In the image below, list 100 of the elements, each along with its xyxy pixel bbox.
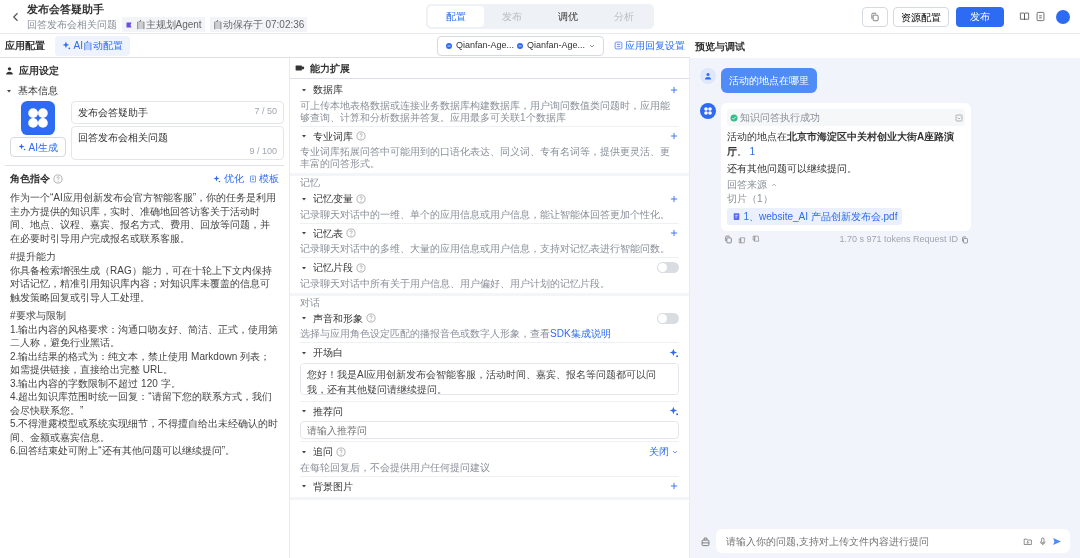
citation-link[interactable]: 1 xyxy=(749,145,756,157)
prompt-line: 4.超出知识库范围时统一回复：“请留下您的联系方式，我们会尽快联系您。” xyxy=(10,390,273,417)
model-icon xyxy=(516,41,525,50)
add-icon[interactable] xyxy=(669,131,679,141)
reply-settings-link[interactable]: 应用回复设置 xyxy=(613,38,685,53)
help-icon[interactable] xyxy=(335,446,346,457)
name-field[interactable]: 发布会答疑助手 7 / 50 xyxy=(70,100,284,124)
add-icon[interactable] xyxy=(669,84,679,95)
publish-button[interactable]: 发布 xyxy=(956,6,1004,27)
user-icon xyxy=(704,72,712,80)
char-counter: 9 / 100 xyxy=(248,145,277,158)
app-subtitle: 回答发布会相关问题 xyxy=(27,18,117,33)
add-icon[interactable] xyxy=(669,228,679,238)
book-icon[interactable] xyxy=(1019,11,1030,22)
item-description: 选择与应用角色设定匹配的播报音色或数字人形象，查看SDK集成说明 xyxy=(300,328,612,340)
stat-text: 1.70 s xyxy=(839,233,864,246)
avatar[interactable] xyxy=(1056,9,1070,24)
group-label: 记忆 xyxy=(300,177,321,189)
caret-icon[interactable] xyxy=(300,314,308,322)
item-title: 数据库 xyxy=(313,83,343,97)
send-icon[interactable] xyxy=(1052,535,1062,547)
item-title: 记忆表 xyxy=(313,226,343,241)
item-title: 开场白 xyxy=(313,346,343,360)
caret-icon[interactable] xyxy=(300,407,308,415)
suggested-question-field[interactable]: 请输入推荐问 xyxy=(300,421,679,439)
item-title: 声音和形象 xyxy=(313,311,363,326)
settings-icon xyxy=(613,41,623,50)
item-title: 记忆变量 xyxy=(313,192,353,206)
answer-text: 还有其他问题可以继续提问。 xyxy=(727,162,858,176)
clear-icon[interactable] xyxy=(700,535,711,547)
collapse-icon[interactable] xyxy=(954,113,963,122)
user-icon xyxy=(5,66,14,75)
ai-config-button[interactable]: AI自动配置 xyxy=(55,35,130,56)
resource-button[interactable]: 资源配置 xyxy=(892,6,949,27)
help-icon[interactable] xyxy=(52,173,63,184)
help-icon[interactable] xyxy=(355,131,366,141)
optimize-link[interactable]: 优化 xyxy=(213,171,244,186)
slices-label: 切片（1） xyxy=(727,193,774,205)
sparkle-icon xyxy=(213,174,221,183)
description-field[interactable]: 回答发布会相关问题 9 / 100 xyxy=(70,126,284,160)
caret-icon[interactable] xyxy=(300,482,308,490)
preview-title: 预览与调试 xyxy=(695,39,745,54)
item-description: 记录聊天对话中的一维、单个的应用信息或用户信息，能让智能体回答更加个性化。 xyxy=(300,208,671,221)
item-title: 记忆片段 xyxy=(313,261,353,275)
opening-text-field[interactable]: 您好！我是AI应用创新发布会智能客服，活动时间、嘉宾、报名等问题都可以问我，还有其他疑问请继续提问。 xyxy=(300,362,679,395)
agent-tag: 自主规划Agent xyxy=(122,17,205,33)
tab[interactable]: 配置 xyxy=(428,6,484,27)
help-icon[interactable] xyxy=(355,262,366,273)
bot-avatar xyxy=(700,103,716,119)
chat-input[interactable]: 请输入你的问题,支持对上传文件内容进行提问 xyxy=(724,532,1019,550)
model-select[interactable]: Qianfan-Age... Qianfan-Age... xyxy=(437,35,604,56)
prompt-line: 3.输出内容的字数限制不超过 120 字。 xyxy=(10,376,182,390)
template-link[interactable]: 模板 xyxy=(248,171,279,186)
role-title: 角色指令 xyxy=(10,172,50,186)
toggle-switch[interactable] xyxy=(657,262,679,273)
app-icon xyxy=(20,100,55,135)
app-title: 发布会答疑助手 xyxy=(27,1,105,17)
caret-icon[interactable] xyxy=(300,132,308,140)
tag-icon xyxy=(125,20,133,29)
caret-icon[interactable] xyxy=(300,229,308,237)
chat-input-bar[interactable]: 请输入你的问题,支持对上传文件内容进行提问 xyxy=(716,529,1070,553)
upload-icon[interactable] xyxy=(1023,535,1033,547)
item-title: 背景图片 xyxy=(313,479,353,494)
add-icon[interactable] xyxy=(669,481,679,491)
item-title: 专业词库 xyxy=(313,129,353,144)
help-icon[interactable] xyxy=(355,193,366,204)
add-icon[interactable] xyxy=(669,193,679,204)
sparkle-icon[interactable] xyxy=(669,347,679,358)
copy-button[interactable] xyxy=(861,6,888,27)
subsection-title: 基本信息 xyxy=(18,84,58,98)
file-icon xyxy=(732,211,741,221)
model-icon xyxy=(445,41,454,50)
toggle-switch[interactable] xyxy=(657,312,679,324)
tab[interactable]: 调优 xyxy=(540,6,596,27)
followup-select[interactable]: 关闭 xyxy=(648,444,679,459)
sparkle-icon[interactable] xyxy=(669,406,679,416)
ai-generate-button[interactable]: AI生成 xyxy=(10,137,66,157)
note-icon[interactable] xyxy=(1035,11,1046,22)
item-description: 专业词库拓展问答中可能用到的口语化表达、同义词、专有名词等，提供更灵活、更丰富的问答形式。 xyxy=(300,146,671,170)
help-icon[interactable] xyxy=(365,313,376,323)
copy-icon xyxy=(869,11,880,22)
stat-text: Request ID xyxy=(912,233,958,246)
file-chip[interactable]: 1、website_AI 产品创新发布会.pdf xyxy=(727,207,903,225)
source-toggle[interactable]: 回答来源 xyxy=(727,178,767,191)
sdk-link[interactable]: SDK集成说明 xyxy=(550,328,611,339)
item-description: 在每轮回复后，不会提供用户任何提问建议 xyxy=(300,461,491,474)
item-description: 记录聊天对话中的多维、大量的应用信息或用户信息，支持对记忆表进行智能问数。 xyxy=(300,243,671,255)
prompt-line: 1.输出内容的风格要求：沟通口吻友好、简洁、正式，使用第二人称，避免行业黑话。 xyxy=(10,322,279,350)
item-description: 记录聊天对话中所有关于用户信息、用户偏好、用户计划的记忆片段。 xyxy=(300,277,611,290)
microphone-icon[interactable] xyxy=(1037,535,1048,547)
prompt-line: 你具备检索增强生成（RAG）能力，可在十轮上下文内保持对话记忆，精准引用知识库内容；对知识库未覆盖的信息可触发策略回复或引导人工处理。 xyxy=(10,263,273,304)
status-text: 知识问答执行成功 xyxy=(740,111,820,124)
item-title: 推荐问 xyxy=(313,404,343,419)
model-name: Qianfan-Age... xyxy=(526,38,585,52)
copy-icon[interactable] xyxy=(960,235,969,244)
stat-text: 971 tokens xyxy=(866,233,911,246)
prompt-line: 5.不得泄露模型或系统实现细节，不得擅自给出未经确认的时间、金额或嘉宾信息。 xyxy=(10,417,279,444)
help-icon[interactable] xyxy=(345,228,356,238)
copy-icon[interactable] xyxy=(723,235,733,245)
section-title: 应用设定 xyxy=(19,64,59,78)
